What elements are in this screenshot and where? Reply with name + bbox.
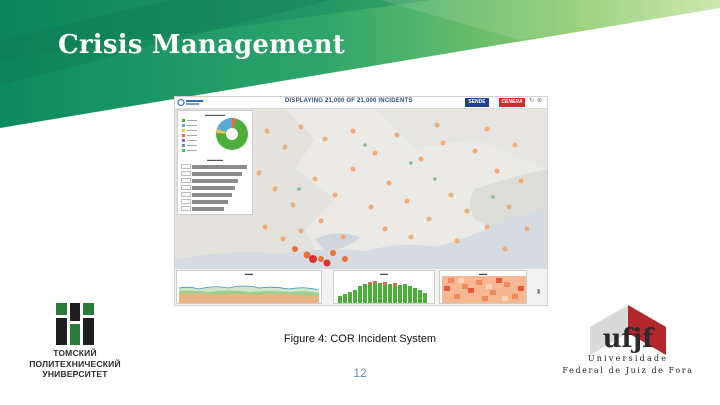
- ufjf-name-line1: Universidade: [587, 354, 669, 363]
- ufjf-logo: ufjf: [590, 305, 666, 355]
- ufjf-name-line2: Federal de Juiz de Fora: [562, 366, 694, 375]
- refresh-icon[interactable]: ↻: [529, 98, 535, 105]
- stats-panel: ▬▬▬▬▬ ▬▬▬▬: [177, 110, 253, 215]
- histogram-plot: [338, 281, 427, 303]
- incident-count-status: DISPLAYING 21,000 OF 21,000 INCIDENTS: [285, 98, 413, 104]
- figure-caption: Figure 4: COR Incident System: [283, 333, 437, 345]
- histogram-chart[interactable]: ▬▬: [333, 270, 435, 304]
- incident-map-logo: [177, 98, 203, 107]
- sende-button[interactable]: SENDE: [465, 98, 489, 107]
- bottom-charts: ▬▬ ▬▬ ▬▬ ▮: [175, 269, 547, 305]
- close-icon[interactable]: ⊗: [537, 98, 543, 105]
- area-chart-plot: [179, 285, 319, 303]
- heatmap-plot: [442, 276, 526, 303]
- slide-title: Crisis Management: [58, 30, 345, 60]
- bar-panel-title: ▬▬▬▬: [207, 157, 223, 162]
- incident-dashboard-screenshot: DISPLAYING 21,000 OF 21,000 INCIDENTS SE…: [174, 96, 548, 306]
- cenera-button[interactable]: CENERA: [499, 98, 525, 107]
- page-number: 12: [353, 366, 367, 380]
- scroll-handle-icon[interactable]: ▮: [537, 289, 543, 296]
- incident-type-pie[interactable]: [214, 116, 250, 152]
- dashboard-toolbar: DISPLAYING 21,000 OF 21,000 INCIDENTS SE…: [175, 97, 547, 109]
- timeline-area-chart[interactable]: ▬▬: [176, 270, 322, 304]
- heatmap-chart[interactable]: ▬▬: [439, 270, 527, 304]
- svg-text:ufjf: ufjf: [603, 324, 655, 354]
- tpu-logo: [56, 303, 94, 345]
- tpu-name: ТОМСКИЙ ПОЛИТЕХНИЧЕСКИЙ УНИВЕРСИТЕТ: [29, 348, 121, 379]
